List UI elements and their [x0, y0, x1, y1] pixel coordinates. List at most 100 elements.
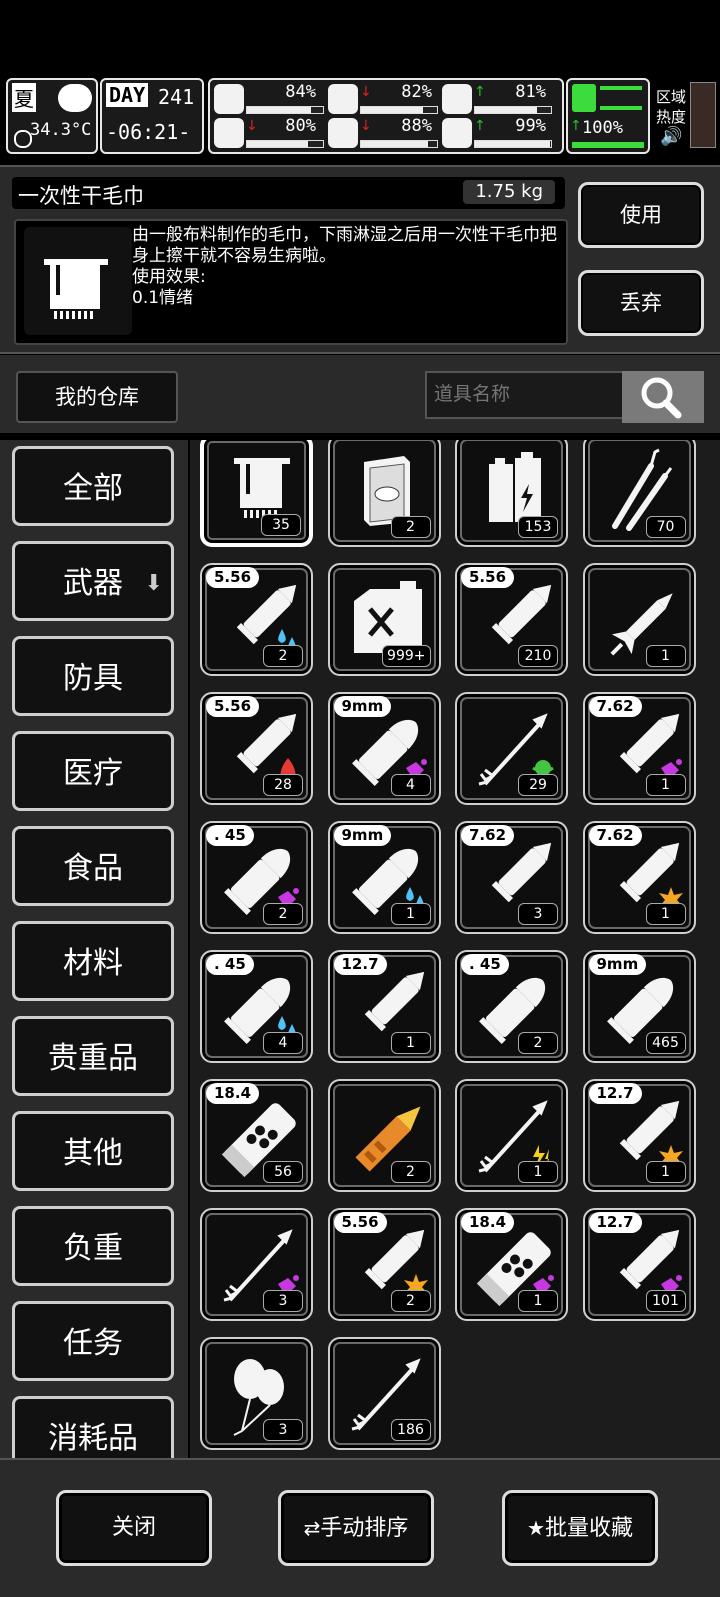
category-tab-5[interactable]: 材料	[12, 921, 174, 1001]
category-label: 材料	[63, 946, 123, 981]
caliber-badge: . 45	[206, 825, 254, 846]
category-tab-10[interactable]: 消耗品	[12, 1396, 174, 1458]
cloud-icon	[58, 84, 92, 112]
caliber-badge: 9mm	[588, 954, 647, 975]
weather-panel: 夏 34.3°C	[6, 78, 98, 154]
caliber-badge: 5.56	[333, 1212, 387, 1233]
towel-icon	[24, 227, 132, 335]
caliber-badge: . 45	[461, 954, 509, 975]
item-count: 3	[518, 903, 558, 925]
inventory-slot[interactable]: 2	[327, 1079, 441, 1192]
category-tab-0[interactable]: 全部	[12, 446, 174, 526]
inventory-slot[interactable]: 5.56 210	[455, 563, 568, 676]
inventory-slot[interactable]: 18.4 1	[455, 1208, 568, 1321]
inventory-slot[interactable]: . 45 4	[200, 950, 313, 1063]
item-count: 186	[390, 1419, 431, 1441]
item-count: 1	[645, 1161, 686, 1183]
item-count: 1	[390, 1032, 431, 1054]
inventory-slot[interactable]: 153	[455, 440, 568, 547]
use-button[interactable]: 使用	[578, 182, 704, 248]
close-button[interactable]: 关闭	[56, 1490, 212, 1566]
category-label: 医疗	[63, 756, 123, 791]
item-count: 2	[263, 903, 303, 925]
temperature: 34.3°C	[30, 120, 92, 140]
item-count: 56	[263, 1161, 303, 1183]
category-tab-6[interactable]: 贵重品	[12, 1016, 174, 1096]
item-detail-panel: 一次性干毛巾 1.75 kg 由一般布料制作的毛巾，下雨淋湿之后用一次性干毛巾把…	[0, 165, 720, 354]
mood-value: 99%	[515, 116, 546, 136]
search-input[interactable]	[425, 371, 622, 419]
mood-bar	[474, 140, 552, 148]
inventory-slot[interactable]: 3	[200, 1337, 313, 1450]
heat-meter	[690, 82, 716, 148]
category-tab-7[interactable]: 其他	[12, 1111, 174, 1191]
sort-arrows-icon: ⇄	[303, 1516, 321, 1540]
item-count: 3	[263, 1290, 303, 1312]
medkit-icon	[214, 84, 244, 114]
inventory-slot[interactable]: 9mm 465	[582, 950, 696, 1063]
caliber-badge: 9mm	[333, 825, 392, 846]
clock-time: -06:21-	[106, 120, 191, 144]
inventory-slot[interactable]: 1	[582, 563, 696, 676]
speaker-icon[interactable]: 🔊	[660, 126, 682, 147]
day-label: DAY	[106, 83, 149, 107]
boot-icon	[572, 84, 596, 112]
inventory-slot[interactable]: 7.62 3	[455, 821, 568, 934]
inventory-slot[interactable]: 5.56 2	[327, 1208, 441, 1321]
item-weight: 1.75 kg	[463, 180, 555, 204]
status-hud: 夏 34.3°C DAY 241 -06:21- 84% ↓ 82% ↑ 81%…	[0, 78, 720, 156]
inventory-slot[interactable]: 999+	[327, 563, 441, 676]
energy-bar	[474, 106, 552, 114]
inventory-slot[interactable]: . 45 2	[200, 821, 313, 934]
search-icon	[641, 377, 682, 419]
inventory-slot[interactable]: 7.62 1	[582, 821, 696, 934]
water-drop-icon	[328, 118, 358, 148]
item-count: 2	[390, 516, 431, 538]
inventory-slot[interactable]: . 45 2	[455, 950, 568, 1063]
item-count: 1	[645, 903, 686, 925]
inventory-slot[interactable]: 5.56 28	[200, 692, 313, 805]
category-tab-1[interactable]: 武器 ⬇	[12, 541, 174, 621]
batch-favorite-button[interactable]: ★批量收藏	[502, 1490, 658, 1566]
inventory-slot[interactable]: 186	[327, 1337, 441, 1450]
inventory-slot[interactable]: 29	[455, 692, 568, 805]
search-button[interactable]	[622, 371, 704, 423]
thirst-value: 88%	[401, 116, 432, 136]
inventory-slot[interactable]: 9mm 4	[327, 692, 441, 805]
inventory-slot[interactable]: 12.7 1	[327, 950, 441, 1063]
inventory-slot[interactable]: 7.62 1	[582, 692, 696, 805]
discard-button[interactable]: 丢弃	[578, 270, 704, 336]
category-tab-2[interactable]: 防具	[12, 636, 174, 716]
bottom-action-bar: 关闭 ⇄手动排序 ★批量收藏	[0, 1458, 720, 1597]
inventory-slot[interactable]: 18.4 56	[200, 1079, 313, 1192]
item-count: 3	[263, 1419, 303, 1441]
inventory-slot[interactable]: 35	[200, 440, 313, 547]
inventory-slot[interactable]: 1	[455, 1079, 568, 1192]
heart-icon	[442, 118, 472, 148]
caliber-badge: 5.56	[206, 696, 260, 717]
category-tab-9[interactable]: 任务	[12, 1301, 174, 1381]
inventory-slot[interactable]: 5.56 2	[200, 563, 313, 676]
category-tab-3[interactable]: 医疗	[12, 731, 174, 811]
category-tab-8[interactable]: 负重	[12, 1206, 174, 1286]
batch-favorite-label: 批量收藏	[544, 1516, 633, 1541]
item-grid: 35 2 153 70 5.56 2 999+ 5.56 210 1 5.56 28 9mm 4 29 7.6…	[190, 440, 720, 1458]
category-label: 任务	[63, 1326, 123, 1361]
inventory-slot[interactable]: 70	[582, 440, 696, 547]
caliber-badge: 9mm	[333, 696, 392, 717]
inventory-slot[interactable]: 3	[200, 1208, 313, 1321]
inventory-slot[interactable]: 2	[327, 440, 441, 547]
item-count: 4	[263, 1032, 303, 1054]
category-label: 武器	[63, 566, 123, 601]
item-description: 由一般布料制作的毛巾，下雨淋湿之后用一次性干毛巾把身上擦干就不容易生病啦。 使用…	[132, 225, 557, 308]
caliber-badge: . 45	[206, 954, 254, 975]
inventory-slot[interactable]: 9mm 1	[327, 821, 441, 934]
star-icon: ★	[527, 1516, 545, 1540]
manual-sort-button[interactable]: ⇄手动排序	[278, 1490, 434, 1566]
stamina-lines	[600, 86, 642, 110]
category-tab-4[interactable]: 食品	[12, 826, 174, 906]
caliber-badge: 5.56	[461, 567, 515, 588]
inventory-slot[interactable]: 12.7 1	[582, 1079, 696, 1192]
energy-icon	[442, 84, 472, 114]
inventory-slot[interactable]: 12.7 101	[582, 1208, 696, 1321]
